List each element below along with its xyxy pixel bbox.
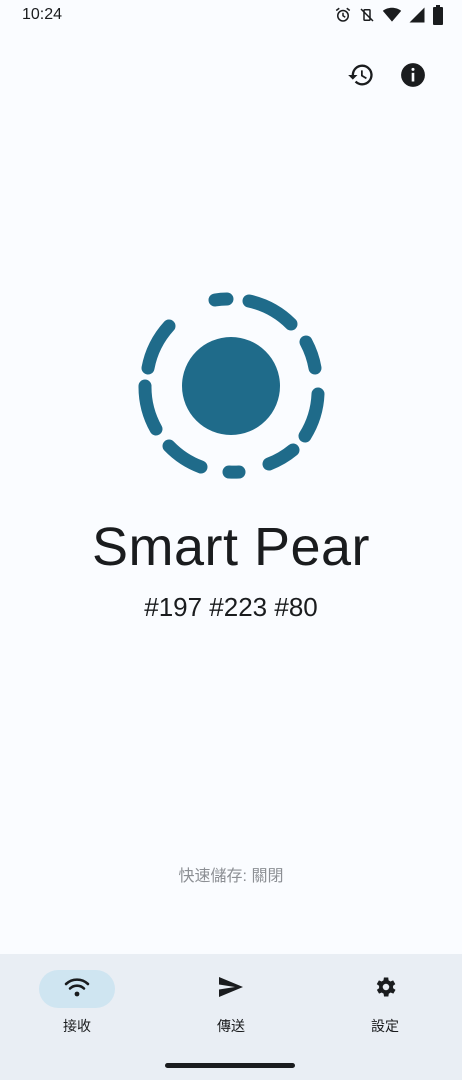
send-icon xyxy=(217,975,245,1004)
nav-pill-send xyxy=(193,970,269,1008)
battery-icon xyxy=(432,5,444,25)
nav-pill-receive xyxy=(39,970,115,1008)
bottom-nav: 接收 傳送 設定 xyxy=(0,954,462,1080)
signal-icon xyxy=(408,6,426,24)
gear-icon xyxy=(372,974,398,1005)
alarm-icon xyxy=(334,6,352,24)
nav-pill-settings xyxy=(347,970,423,1008)
nav-item-receive[interactable]: 接收 xyxy=(17,970,137,1040)
nav-item-send[interactable]: 傳送 xyxy=(171,970,291,1040)
status-time: 10:24 xyxy=(22,6,63,23)
device-logo xyxy=(131,286,331,486)
wifi-icon xyxy=(64,976,90,1003)
quick-save-status[interactable]: 快速儲存: 關閉 xyxy=(0,862,462,886)
home-indicator[interactable] xyxy=(165,1063,295,1068)
device-name: Smart Pear xyxy=(91,517,371,577)
vibrate-off-icon xyxy=(358,6,376,24)
status-bar: 10:24 xyxy=(0,0,462,32)
history-icon xyxy=(347,61,375,94)
status-icons xyxy=(334,5,444,25)
info-icon xyxy=(400,62,426,93)
nav-label-receive: 接收 xyxy=(63,1018,91,1034)
top-actions xyxy=(346,62,428,92)
history-button[interactable] xyxy=(346,62,376,92)
nav-label-send: 傳送 xyxy=(217,1018,245,1034)
nav-item-settings[interactable]: 設定 xyxy=(325,970,445,1040)
nav-label-settings: 設定 xyxy=(371,1018,399,1034)
info-button[interactable] xyxy=(398,62,428,92)
device-tags: #197 #223 #80 xyxy=(144,592,318,622)
wifi-icon xyxy=(382,6,402,24)
